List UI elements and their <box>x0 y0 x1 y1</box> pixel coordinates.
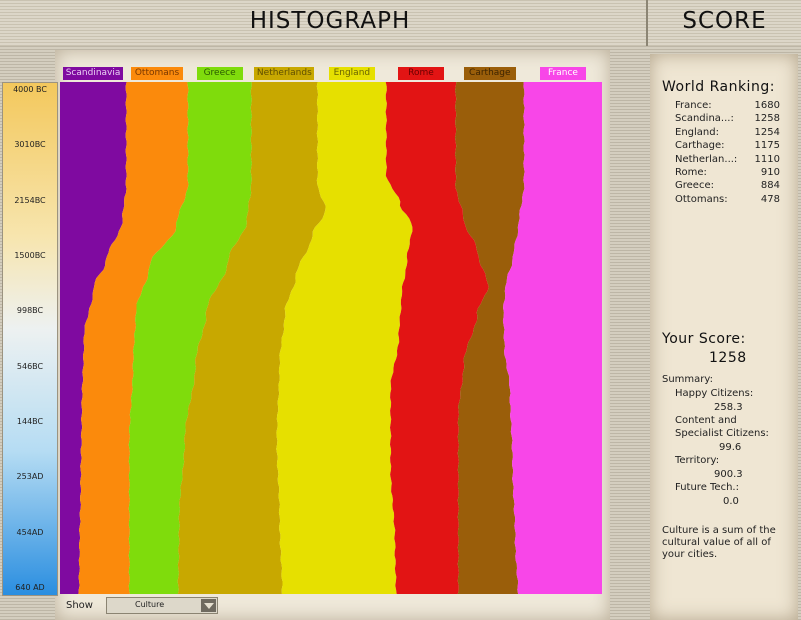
ranking-civ-score: 884 <box>760 180 780 192</box>
happy-citizens-label: Happy Citizens: <box>675 388 754 399</box>
legend-england: England <box>328 67 375 80</box>
legend-greece: Greece <box>196 67 243 80</box>
ranking-row: Ottomans: 478 <box>675 193 780 206</box>
legend-netherlands: Netherlands <box>254 67 315 80</box>
ranking-civ-score: 1254 <box>754 126 780 138</box>
world-ranking-title: World Ranking: <box>662 79 775 95</box>
future-tech-label: Future Tech.: <box>675 482 739 493</box>
ranking-civ-score: 910 <box>760 167 780 178</box>
ranking-row: Scandina...: 1258 <box>675 112 780 125</box>
legend-rome: Rome <box>397 67 444 80</box>
future-tech-value: 0.0 <box>723 496 739 507</box>
territory-label: Territory: <box>675 455 720 466</box>
ranking-civ-name: Ottomans: <box>675 193 728 205</box>
happy-citizens-value: 258.3 <box>714 402 743 413</box>
ranking-civ-score: 478 <box>760 193 780 205</box>
your-score-title: Your Score: <box>662 331 746 347</box>
show-dropdown-value: Culture <box>135 600 165 609</box>
show-label: Show <box>66 600 93 611</box>
summary-label: Summary: <box>662 374 713 385</box>
content-citizens-label: Content and <box>675 415 737 426</box>
your-score-value: 1258 <box>709 350 747 366</box>
content-citizens-value: 99.6 <box>719 442 742 453</box>
legend-ottomans: Ottomans <box>131 67 184 80</box>
ranking-civ-score: 1680 <box>754 100 780 111</box>
chevron-down-icon[interactable] <box>201 599 216 612</box>
ranking-row: Greece: 884 <box>675 179 780 192</box>
ranking-civ-name: Netherlan...: <box>675 153 738 165</box>
specialist-citizens-label: Specialist Citizens: <box>675 428 769 439</box>
legend-carthage: Carthage <box>463 67 516 80</box>
ranking-row: France: 1680 <box>675 99 780 112</box>
ranking-civ-score: 1110 <box>754 153 780 165</box>
ranking-civ-name: France: <box>675 100 712 111</box>
ranking-civ-score: 1175 <box>754 140 780 152</box>
ranking-row: England: 1254 <box>675 126 780 139</box>
ranking-civ-name: Scandina...: <box>675 113 734 125</box>
ranking-row: Carthage: 1175 <box>675 139 780 152</box>
show-dropdown[interactable]: Culture <box>106 597 218 614</box>
legend-france: France <box>539 67 586 80</box>
ranking-civ-name: Greece: <box>675 180 714 192</box>
ranking-row: Netherlan...: 1110 <box>675 153 780 166</box>
legend-scandinavia: Scandinavia <box>63 67 124 80</box>
territory-value: 900.3 <box>714 469 743 480</box>
ranking-civ-name: England: <box>675 126 719 138</box>
ranking-civ-score: 1258 <box>754 113 780 125</box>
ranking-civ-name: Carthage: <box>675 140 725 152</box>
ranking-civ-name: Rome: <box>675 167 707 178</box>
culture-note: Culture is a sum of the cultural value o… <box>662 525 776 560</box>
ranking-row: Rome: 910 <box>675 166 780 179</box>
